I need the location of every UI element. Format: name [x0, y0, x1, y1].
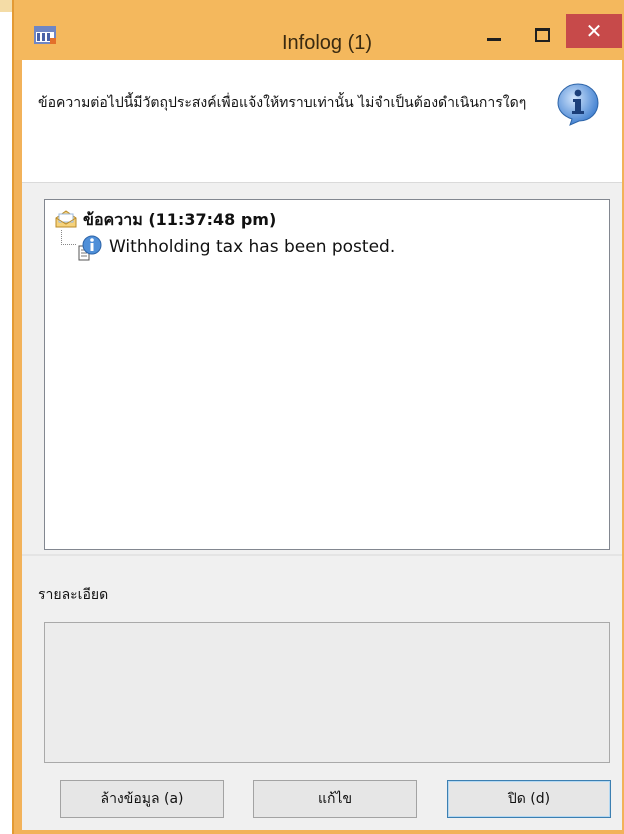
minimize-button[interactable] [479, 20, 509, 50]
clear-button[interactable]: ล้างข้อมูล (a) [60, 780, 224, 818]
edit-button[interactable]: แก้ไข [253, 780, 417, 818]
info-icon [556, 82, 600, 126]
splitter[interactable] [22, 554, 622, 556]
header-message: ข้อความต่อไปนี้มีวัตถุประสงค์เพื่อแจ้งให… [38, 95, 527, 111]
tree-connector [61, 230, 76, 245]
title-bar[interactable]: Infolog (1) ✕ [14, 0, 624, 60]
info-document-icon [77, 234, 103, 262]
close-button[interactable]: ปิด (d) [447, 780, 611, 818]
message-tree[interactable]: ข้อความ (11:37:48 pm) Withholding tax ha… [44, 199, 610, 550]
details-box[interactable] [44, 622, 610, 763]
dialog-body: ข้อความต่อไปนี้มีวัตถุประสงค์เพื่อแจ้งให… [22, 60, 622, 830]
maximize-button[interactable] [527, 20, 557, 50]
header-panel: ข้อความต่อไปนี้มีวัตถุประสงค์เพื่อแจ้งให… [22, 60, 622, 183]
message-item-text: Withholding tax has been posted. [109, 237, 396, 257]
details-label: รายละเอียด [38, 587, 109, 603]
mail-icon [55, 210, 77, 228]
message-group-label: ข้อความ (11:37:48 pm) [83, 210, 277, 229]
infolog-window: Infolog (1) ✕ ข้อความต่อไปนี้มีวัตถุประส… [12, 0, 624, 834]
close-window-button[interactable]: ✕ [566, 14, 622, 48]
